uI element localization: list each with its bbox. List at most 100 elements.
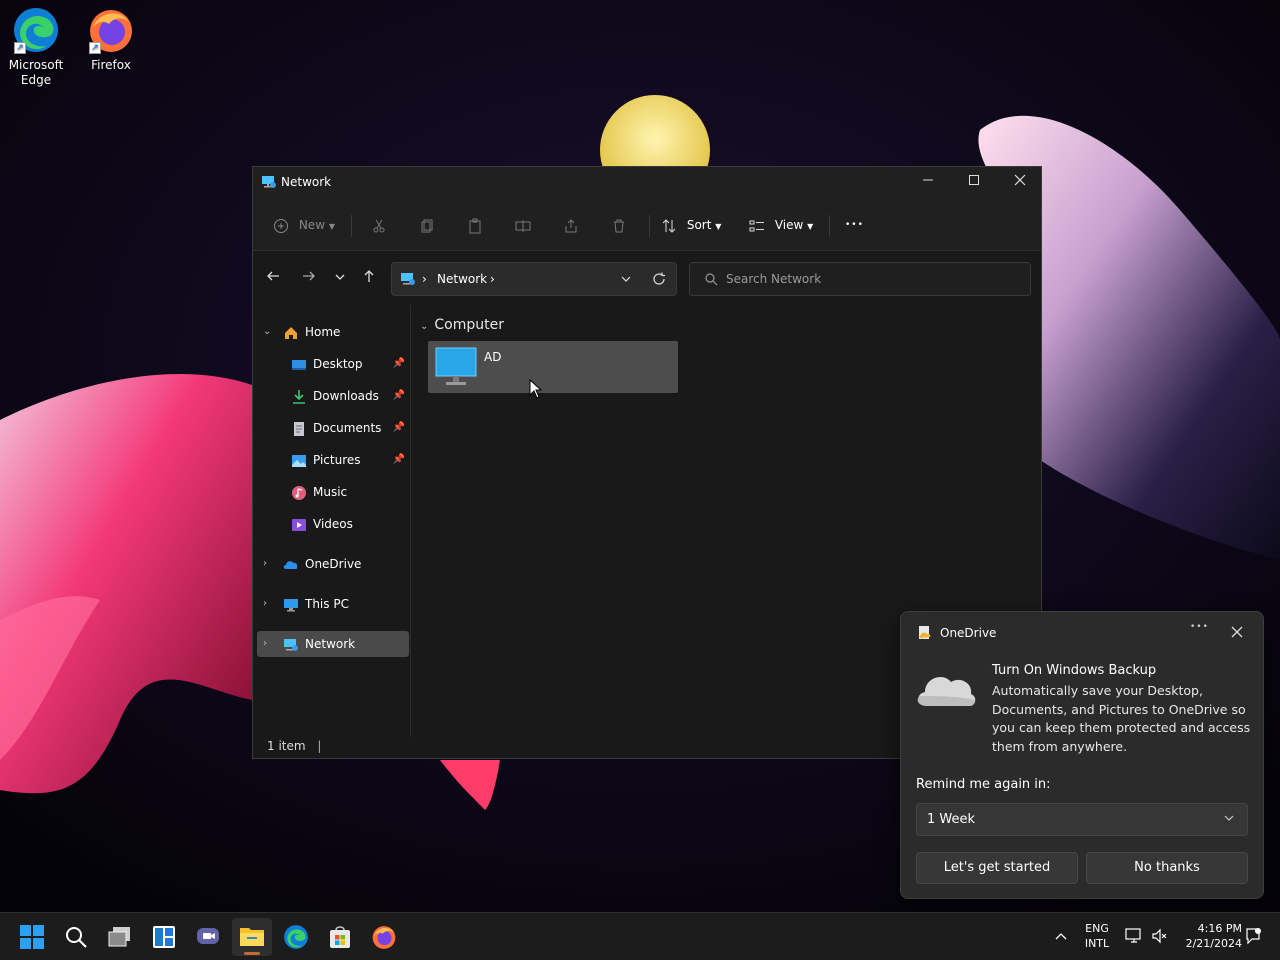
desktop-icon-label: Firefox <box>91 58 131 72</box>
remind-select[interactable]: 1 Week <box>916 803 1248 836</box>
sidebar-item-downloads[interactable]: Downloads 📌 <box>257 383 409 409</box>
sort-button[interactable]: Sort ▼ <box>661 212 721 238</box>
close-button[interactable] <box>997 167 1043 199</box>
store-taskbar-button[interactable] <box>320 918 360 956</box>
teams-chat-button[interactable] <box>188 918 228 956</box>
volume-muted-icon[interactable] <box>1151 927 1169 948</box>
up-button[interactable] <box>357 267 381 291</box>
notification-center-button[interactable] <box>1244 927 1262 948</box>
active-indicator <box>244 952 260 955</box>
task-view-icon <box>108 927 130 947</box>
refresh-button[interactable] <box>652 272 666 289</box>
desktop-icon-firefox[interactable]: ↗ Firefox <box>76 0 146 73</box>
title-bar[interactable]: Network <box>253 167 1041 199</box>
notification-close-button[interactable] <box>1231 626 1243 641</box>
home-icon <box>283 324 299 340</box>
sidebar-item-label: Pictures <box>313 453 361 467</box>
search-box[interactable] <box>689 262 1031 296</box>
delete-button[interactable] <box>611 212 627 238</box>
new-button[interactable]: New ▼ <box>273 212 335 238</box>
navigation-bar: › Network › <box>253 251 1041 305</box>
chevron-up-icon <box>1055 933 1067 940</box>
close-icon <box>1231 626 1243 638</box>
copy-icon <box>421 219 433 232</box>
task-view-button[interactable] <box>100 918 140 956</box>
store-icon <box>330 926 350 948</box>
start-button[interactable] <box>12 918 52 956</box>
remind-value: 1 Week <box>927 812 976 827</box>
maximize-button[interactable] <box>951 167 997 199</box>
address-bar[interactable]: › Network › <box>391 262 677 296</box>
language-code: ENG <box>1085 922 1109 935</box>
sidebar-item-videos[interactable]: Videos <box>257 511 409 537</box>
sidebar-item-network[interactable]: › Network <box>257 631 409 657</box>
back-button[interactable] <box>261 267 285 291</box>
sidebar-item-onedrive[interactable]: › OneDrive <box>257 551 409 577</box>
search-button[interactable] <box>56 918 96 956</box>
notification-body: Automatically save your Desktop, Documen… <box>992 683 1251 754</box>
group-header[interactable]: ⌄ Computer <box>420 317 504 333</box>
input-language-indicator[interactable]: ENG INTL <box>1080 921 1114 951</box>
clock[interactable]: 4:16 PM 2/21/2024 <box>1178 921 1242 951</box>
show-hidden-icons-button[interactable] <box>1054 929 1068 946</box>
video-icon <box>291 516 307 532</box>
sort-label: Sort <box>686 218 712 232</box>
desktop-icon-edge[interactable]: ↗ Microsoft Edge <box>1 0 71 88</box>
sidebar-item-label: Music <box>313 485 348 499</box>
network-tray-icon[interactable] <box>1125 927 1143 948</box>
new-label: New <box>298 218 326 232</box>
sidebar-item-label: This PC <box>305 597 349 611</box>
clipboard-icon <box>469 218 481 233</box>
sidebar-item-this-pc[interactable]: › This PC <box>257 591 409 617</box>
minimize-button[interactable] <box>905 167 951 199</box>
scissors-icon <box>373 219 385 232</box>
paste-button[interactable] <box>467 212 483 238</box>
file-explorer-taskbar-button[interactable] <box>232 918 272 956</box>
status-separator: | <box>317 739 322 753</box>
sidebar-item-pictures[interactable]: Pictures 📌 <box>257 447 409 473</box>
copy-button[interactable] <box>419 212 435 238</box>
search-input[interactable] <box>726 270 1016 288</box>
sidebar-item-desktop[interactable]: Desktop 📌 <box>257 351 409 377</box>
more-options-button[interactable]: ••• <box>845 212 864 238</box>
status-bar: 1 item | <box>267 739 321 753</box>
cut-button[interactable] <box>371 212 387 238</box>
pin-icon: 📌 <box>392 390 405 401</box>
edge-icon: ↗ <box>12 6 60 54</box>
notification-more-button[interactable]: ••• <box>1190 622 1209 632</box>
sidebar-item-music[interactable]: Music <box>257 479 409 505</box>
chevron-down-icon <box>1223 812 1235 827</box>
folder-icon <box>240 928 264 946</box>
firefox-taskbar-button[interactable] <box>364 918 404 956</box>
rename-button[interactable] <box>515 212 531 238</box>
search-icon <box>66 927 87 948</box>
sidebar-item-documents[interactable]: Documents 📌 <box>257 415 409 441</box>
address-dropdown-button[interactable] <box>620 273 632 288</box>
notification-app-name: OneDrive <box>940 626 997 640</box>
lets-get-started-button[interactable]: Let's get started <box>916 852 1078 884</box>
edge-taskbar-button[interactable] <box>276 918 316 956</box>
widgets-button[interactable] <box>144 918 184 956</box>
firefox-icon <box>372 926 396 949</box>
list-item[interactable]: AD <box>428 341 678 393</box>
onedrive-notification[interactable]: OneDrive ••• Turn On Windows Backup Auto… <box>900 611 1264 899</box>
chat-icon <box>197 928 219 944</box>
chevron-down-icon: ▼ <box>715 222 722 231</box>
pin-icon: 📌 <box>392 454 405 465</box>
forward-button[interactable] <box>297 267 321 291</box>
window-title: Network <box>281 175 332 189</box>
command-bar: New ▼ Sort ▼ View ▼ ••• <box>253 199 1041 251</box>
edge-icon <box>284 925 308 949</box>
share-icon <box>565 218 577 232</box>
arrow-left-icon <box>267 271 279 281</box>
clock-time: 4:16 PM <box>1197 922 1242 935</box>
share-button[interactable] <box>563 212 579 238</box>
sidebar-item-home[interactable]: ⌄ Home <box>257 319 409 345</box>
view-label: View <box>774 218 804 232</box>
view-button[interactable]: View ▼ <box>749 212 813 238</box>
sidebar-item-label: Documents <box>313 421 382 435</box>
onedrive-app-icon <box>917 625 933 644</box>
breadcrumb-network[interactable]: Network <box>437 272 487 286</box>
recent-locations-button[interactable] <box>328 267 352 291</box>
no-thanks-button[interactable]: No thanks <box>1086 852 1248 884</box>
